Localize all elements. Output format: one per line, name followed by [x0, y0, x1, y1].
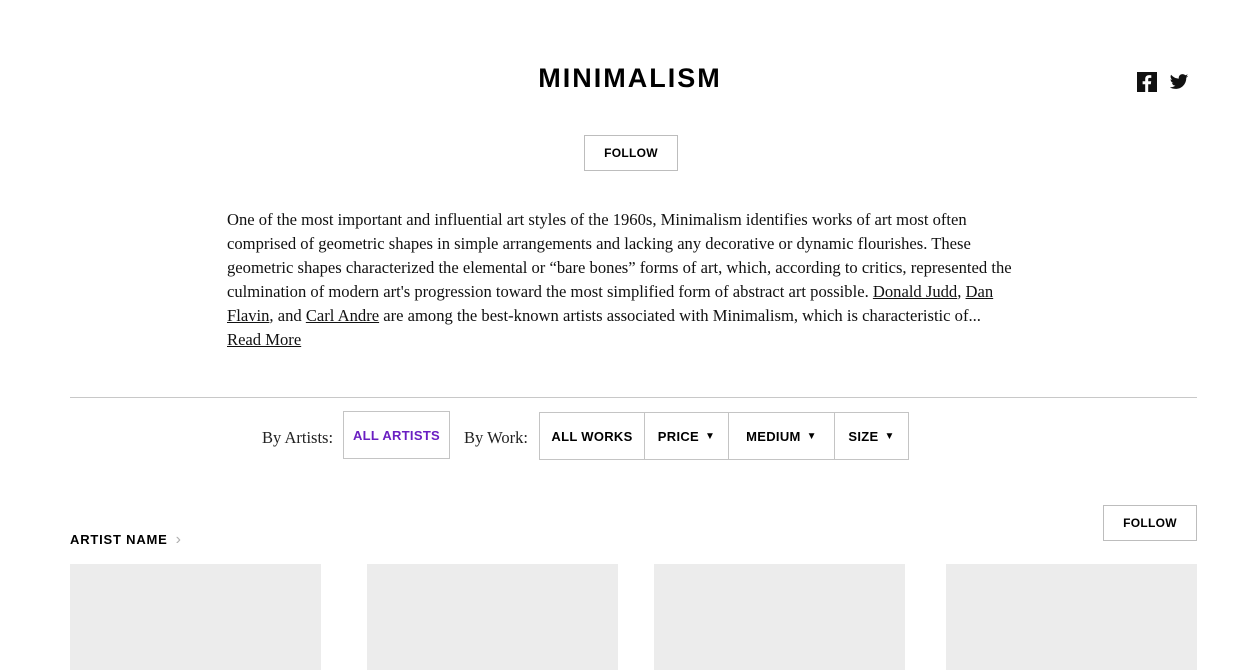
artist-name: ARTIST NAME: [70, 532, 168, 547]
artwork-thumbnail[interactable]: [946, 564, 1197, 670]
twitter-icon[interactable]: [1169, 72, 1189, 92]
follow-button[interactable]: FOLLOW: [584, 135, 678, 171]
price-filter[interactable]: PRICE ▼: [644, 412, 729, 460]
medium-filter[interactable]: MEDIUM ▼: [728, 412, 835, 460]
artist-follow-button[interactable]: FOLLOW: [1103, 505, 1197, 541]
artwork-thumbnail[interactable]: [654, 564, 905, 670]
artwork-thumbnail[interactable]: [367, 564, 618, 670]
page-title: MINIMALISM: [538, 63, 722, 93]
chevron-right-icon: ›: [175, 531, 182, 548]
size-label: SIZE: [848, 428, 879, 444]
read-more-link[interactable]: Read More: [227, 330, 301, 349]
separator: , and: [269, 306, 306, 325]
all-works-filter[interactable]: ALL WORKS: [539, 412, 645, 460]
separator: ,: [957, 282, 966, 301]
by-work-label: By Work:: [464, 428, 528, 447]
caret-down-icon: ▼: [884, 430, 895, 442]
movement-description: One of the most important and influentia…: [227, 208, 1017, 352]
price-label: PRICE: [657, 428, 700, 444]
divider: [70, 397, 1197, 398]
description-text: are among the best-known artists associa…: [379, 306, 981, 325]
all-works-label: ALL WORKS: [551, 428, 633, 444]
caret-down-icon: ▼: [806, 430, 817, 442]
all-artists-label: ALL ARTISTS: [352, 427, 441, 443]
artwork-thumbnail[interactable]: [70, 564, 321, 670]
artist-name-link[interactable]: ARTIST NAME ›: [70, 530, 182, 550]
caret-down-icon: ▼: [705, 430, 716, 442]
by-artists-label: By Artists:: [262, 428, 334, 447]
medium-label: MEDIUM: [746, 428, 801, 444]
share-links: [1137, 72, 1189, 92]
size-filter[interactable]: SIZE ▼: [834, 412, 909, 460]
all-artists-filter[interactable]: ALL ARTISTS: [343, 411, 450, 459]
artist-link-donald-judd[interactable]: Donald Judd: [873, 282, 957, 301]
artist-link-carl-andre[interactable]: Carl Andre: [306, 306, 379, 325]
facebook-icon[interactable]: [1137, 72, 1157, 92]
